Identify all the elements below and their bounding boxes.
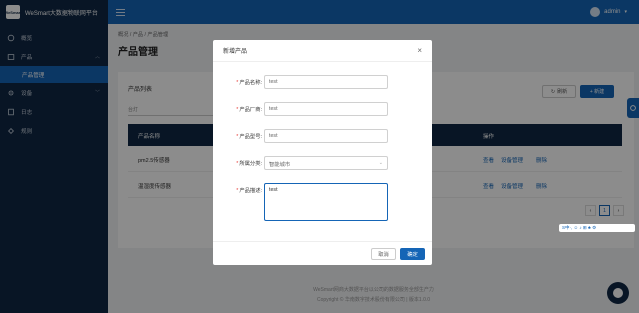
ime-toolbar-label: S中·, ☺ ♪ ⊞ ♣ ⚙: [562, 225, 597, 230]
ime-toolbar[interactable]: S中·, ☺ ♪ ⊞ ♣ ⚙: [559, 224, 635, 232]
dialog-title: 新增产品: [223, 49, 248, 55]
field-label: *产品描述:: [236, 188, 262, 194]
app-root: WeSmart WeSmart大数据物联网平台 概览 产品 ︿ 产品管理 设备 …: [0, 0, 639, 313]
form-row-category: *所属分类: 智能城市 ⌄: [213, 156, 432, 170]
field-label: *产品名称:: [236, 80, 262, 86]
field-label: *产品型号:: [236, 134, 262, 140]
close-icon[interactable]: ×: [417, 46, 422, 55]
cancel-button[interactable]: 取消: [371, 248, 396, 260]
product-name-input[interactable]: test: [264, 75, 388, 89]
category-select[interactable]: 智能城市 ⌄: [264, 156, 388, 170]
field-label: *产品厂商:: [236, 107, 262, 113]
chevron-down-icon: ⌄: [378, 160, 383, 166]
form-row-manufacturer: *产品厂商: test: [213, 102, 432, 116]
form-row-model: *产品型号: test: [213, 129, 432, 143]
confirm-button[interactable]: 确定: [400, 248, 425, 260]
description-textarea[interactable]: test: [264, 183, 388, 221]
dialog-header: 新增产品 ×: [213, 40, 432, 62]
form-row-product-name: *产品名称: test: [213, 75, 432, 89]
category-select-value: 智能城市: [269, 162, 291, 168]
new-product-dialog: 新增产品 × *产品名称: test *产品厂商: test *产品型号: te…: [213, 40, 432, 265]
manufacturer-input[interactable]: test: [264, 102, 388, 116]
form-row-description: *产品描述: test: [213, 183, 432, 221]
dialog-footer: 取消 确定: [213, 241, 432, 265]
field-label: *所属分类:: [236, 161, 262, 167]
model-input[interactable]: test: [264, 129, 388, 143]
